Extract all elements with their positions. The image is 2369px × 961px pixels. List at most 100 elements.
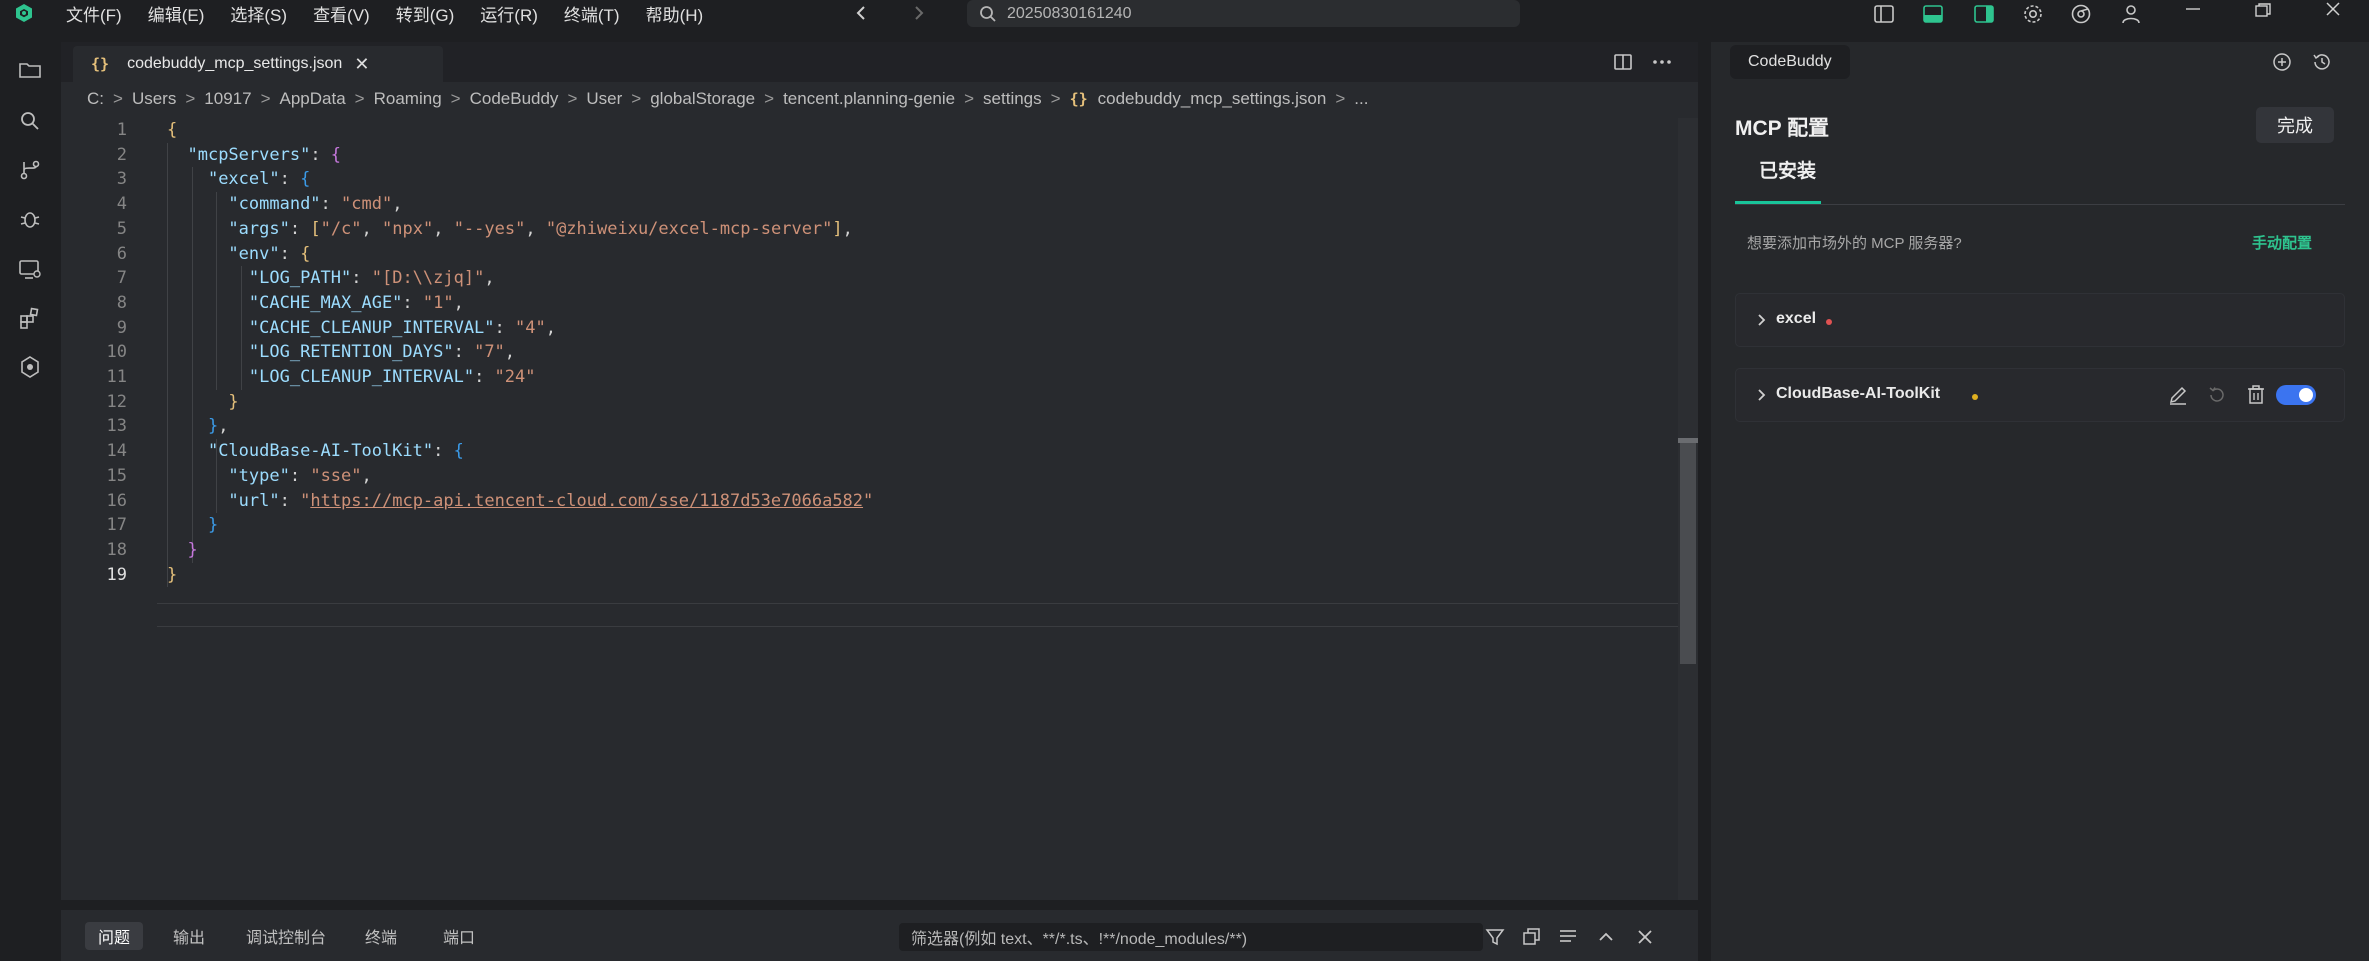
close-panel-icon[interactable]: [1634, 926, 1656, 948]
code-text: {: [167, 118, 177, 143]
breadcrumb-segment[interactable]: globalStorage: [650, 89, 755, 109]
panel-tab-terminal[interactable]: 终端: [361, 922, 401, 950]
menu-file[interactable]: 文件(F): [66, 1, 122, 26]
panel-tab-problems[interactable]: 问题: [85, 922, 143, 950]
settings-gear-icon[interactable]: [2021, 2, 2045, 26]
code-token: :: [289, 465, 311, 486]
scrollbar-thumb[interactable]: [1680, 438, 1696, 664]
breadcrumb-segment[interactable]: settings: [983, 89, 1042, 109]
back-arrow-icon[interactable]: [851, 3, 871, 23]
chevron-right-icon[interactable]: [1752, 310, 1772, 330]
breadcrumb-chevron-icon: >: [113, 89, 123, 108]
chevron-right-icon[interactable]: [1752, 385, 1772, 405]
maximize-panel-chevron-up-icon[interactable]: [1595, 926, 1617, 948]
codebuddy-agent-icon[interactable]: [16, 353, 44, 381]
account-icon[interactable]: [2119, 2, 2143, 26]
code-line: 18 }: [61, 538, 1678, 563]
search-view-icon[interactable]: [16, 107, 44, 135]
code-token: ,: [361, 465, 372, 486]
done-button[interactable]: 完成: [2256, 107, 2334, 143]
source-control-icon[interactable]: [16, 156, 44, 184]
remote-explorer-icon[interactable]: [16, 255, 44, 283]
split-editor-icon[interactable]: [1611, 50, 1635, 74]
code-token: :: [279, 169, 301, 190]
mcp-server-card-cloudbase[interactable]: CloudBase-AI-ToolKit: [1735, 368, 2345, 422]
history-icon[interactable]: [2311, 51, 2333, 73]
forward-arrow-icon[interactable]: [909, 3, 929, 23]
tab-close-icon[interactable]: ✕: [354, 54, 369, 75]
code-token: "CACHE_CLEANUP_INTERVAL": [248, 317, 495, 338]
mcp-server-card-excel[interactable]: excel: [1735, 293, 2345, 347]
problems-filter-input[interactable]: 筛选器(例如 text、**/*.ts、!**/node_modules/**): [899, 923, 1483, 951]
breadcrumb-segment[interactable]: tencent.planning-genie: [783, 89, 955, 109]
menu-terminal[interactable]: 终端(T): [564, 1, 620, 26]
panel-tab-ports[interactable]: 端口: [439, 922, 479, 950]
menu-goto[interactable]: 转到(G): [396, 1, 455, 26]
extensions-icon[interactable]: [16, 304, 44, 332]
editor-tab-settings-json[interactable]: {} codebuddy_mcp_settings.json ✕: [73, 46, 443, 82]
menu-run[interactable]: 运行(R): [480, 1, 538, 26]
editor-group: {} codebuddy_mcp_settings.json ✕ C: > Use…: [61, 42, 1698, 900]
panel-tab-debug-console[interactable]: 调试控制台: [241, 922, 331, 950]
breadcrumb-segment[interactable]: 10917: [204, 89, 251, 109]
menu-help[interactable]: 帮助(H): [646, 1, 704, 26]
menu-view[interactable]: 查看(V): [313, 1, 370, 26]
debug-bug-icon[interactable]: [16, 205, 44, 233]
breadcrumb-segment[interactable]: C:: [87, 89, 104, 109]
manual-config-link[interactable]: 手动配置: [2252, 232, 2312, 253]
panel-tab-output[interactable]: 输出: [165, 922, 213, 950]
code-token: :: [402, 292, 423, 313]
editor-vertical-scrollbar[interactable]: [1678, 118, 1698, 900]
code-token: "mcpServers": [187, 144, 311, 165]
server-name: excel: [1776, 310, 1817, 327]
refresh-icon[interactable]: [2205, 383, 2229, 407]
view-as-list-icon[interactable]: [1557, 926, 1579, 948]
menu-selection[interactable]: 选择(S): [230, 1, 287, 26]
command-search-box[interactable]: 20250830161240: [967, 0, 1520, 27]
menu-edit[interactable]: 编辑(E): [148, 1, 205, 26]
scrollbar-cursor-marker: [1678, 438, 1698, 443]
toggle-primary-sidebar-icon[interactable]: [1872, 2, 1896, 26]
codebuddy-side-panel: CodeBuddy MCP 配置 完成 已安装 想要添加市场外的 MCP 服务器…: [1711, 42, 2369, 961]
code-token: "excel": [207, 169, 280, 190]
breadcrumb-segment[interactable]: Users: [132, 89, 176, 109]
new-chat-icon[interactable]: [2271, 51, 2293, 73]
code-token: :: [310, 144, 331, 165]
server-enabled-toggle[interactable]: [2276, 385, 2316, 405]
code-link[interactable]: https://mcp-api.tencent-cloud.com/sse/11…: [310, 491, 863, 511]
codebuddy-view-tab[interactable]: CodeBuddy: [1730, 45, 1850, 79]
more-actions-icon[interactable]: [1650, 50, 1674, 74]
breadcrumb-more[interactable]: ...: [1354, 89, 1368, 109]
breadcrumb-segment[interactable]: AppData: [280, 89, 346, 109]
line-number: 16: [106, 490, 127, 511]
breadcrumb-file[interactable]: codebuddy_mcp_settings.json: [1098, 89, 1327, 109]
code-token: "type": [228, 465, 290, 486]
toggle-secondary-sidebar-icon[interactable]: [1972, 2, 1996, 26]
line-number: 19: [106, 564, 127, 585]
filter-funnel-icon[interactable]: [1484, 926, 1506, 948]
collapse-all-icon[interactable]: [1521, 926, 1543, 948]
breadcrumb-chevron-icon: >: [1050, 89, 1061, 108]
browser-icon[interactable]: [2069, 2, 2093, 26]
line-number: 6: [116, 243, 127, 264]
restore-icon[interactable]: [2251, 2, 2275, 26]
edit-pencil-icon[interactable]: [2166, 383, 2190, 407]
delete-trash-icon[interactable]: [2244, 383, 2268, 407]
code-editor[interactable]: 1{2 "mcpServers": {3 "excel": {4 "comman…: [61, 118, 1678, 900]
close-window-icon[interactable]: [2322, 2, 2346, 26]
breadcrumb-segment[interactable]: Roaming: [374, 89, 442, 109]
code-line: 4 "command": "cmd",: [61, 192, 1678, 217]
code-token: "LOG_RETENTION_DAYS": [248, 342, 454, 363]
explorer-folder-icon[interactable]: [16, 56, 44, 84]
breadcrumb-segment[interactable]: User: [586, 89, 622, 109]
tab-installed[interactable]: 已安装: [1759, 156, 1816, 183]
minimize-icon[interactable]: [2181, 2, 2205, 26]
breadcrumb-segment[interactable]: CodeBuddy: [470, 89, 559, 109]
toggle-panel-icon[interactable]: [1921, 2, 1945, 26]
line-number: 7: [116, 268, 127, 289]
